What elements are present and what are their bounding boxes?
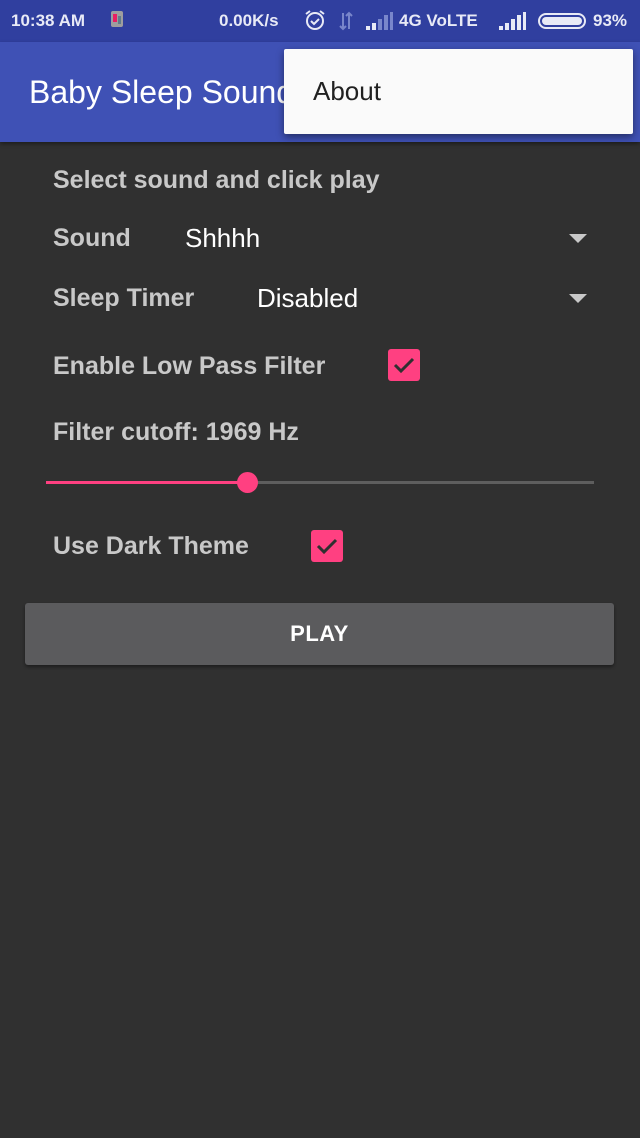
battery-icon bbox=[538, 13, 586, 34]
instruction-text: Select sound and click play bbox=[53, 166, 380, 194]
checkmark-icon bbox=[393, 357, 415, 374]
sound-spinner[interactable]: Shhhh bbox=[170, 214, 600, 262]
status-time: 10:38 AM bbox=[11, 11, 86, 30]
overflow-menu: About bbox=[284, 49, 633, 134]
low-pass-filter-label: Enable Low Pass Filter bbox=[53, 352, 326, 380]
alarm-icon bbox=[304, 9, 326, 36]
filter-cutoff-label: Filter cutoff: 1969 Hz bbox=[53, 418, 299, 446]
slider-thumb[interactable] bbox=[237, 472, 259, 493]
data-transfer-icon bbox=[338, 11, 354, 36]
signal-sim2-icon bbox=[499, 12, 527, 35]
app-notification-icon bbox=[110, 10, 124, 33]
network-type: 4G VoLTE bbox=[399, 11, 478, 30]
menu-item-about[interactable]: About bbox=[313, 76, 381, 107]
sleep-timer-spinner[interactable]: Disabled bbox=[240, 274, 600, 322]
sleep-timer-label: Sleep Timer bbox=[53, 284, 195, 312]
filter-cutoff-slider[interactable] bbox=[46, 470, 594, 496]
app-title: Baby Sleep Sounds bbox=[29, 74, 311, 110]
sleep-timer-value: Disabled bbox=[257, 283, 359, 313]
low-pass-filter-checkbox[interactable] bbox=[388, 349, 420, 381]
status-bar: 10:38 AM 0.00K/s 4G VoLTE 93% bbox=[0, 0, 640, 42]
dropdown-arrow-icon bbox=[569, 294, 587, 303]
dark-theme-checkbox[interactable] bbox=[311, 530, 343, 562]
play-button[interactable]: PLAY bbox=[25, 603, 614, 665]
dropdown-arrow-icon bbox=[569, 234, 587, 243]
sound-label: Sound bbox=[53, 224, 131, 252]
checkmark-icon bbox=[316, 538, 338, 555]
sound-value: Shhhh bbox=[185, 223, 261, 253]
slider-track-fill bbox=[46, 481, 248, 484]
signal-sim1-icon bbox=[366, 12, 394, 35]
network-speed: 0.00K/s bbox=[219, 11, 279, 30]
battery-percent: 93% bbox=[593, 11, 628, 30]
dark-theme-label: Use Dark Theme bbox=[53, 532, 249, 560]
